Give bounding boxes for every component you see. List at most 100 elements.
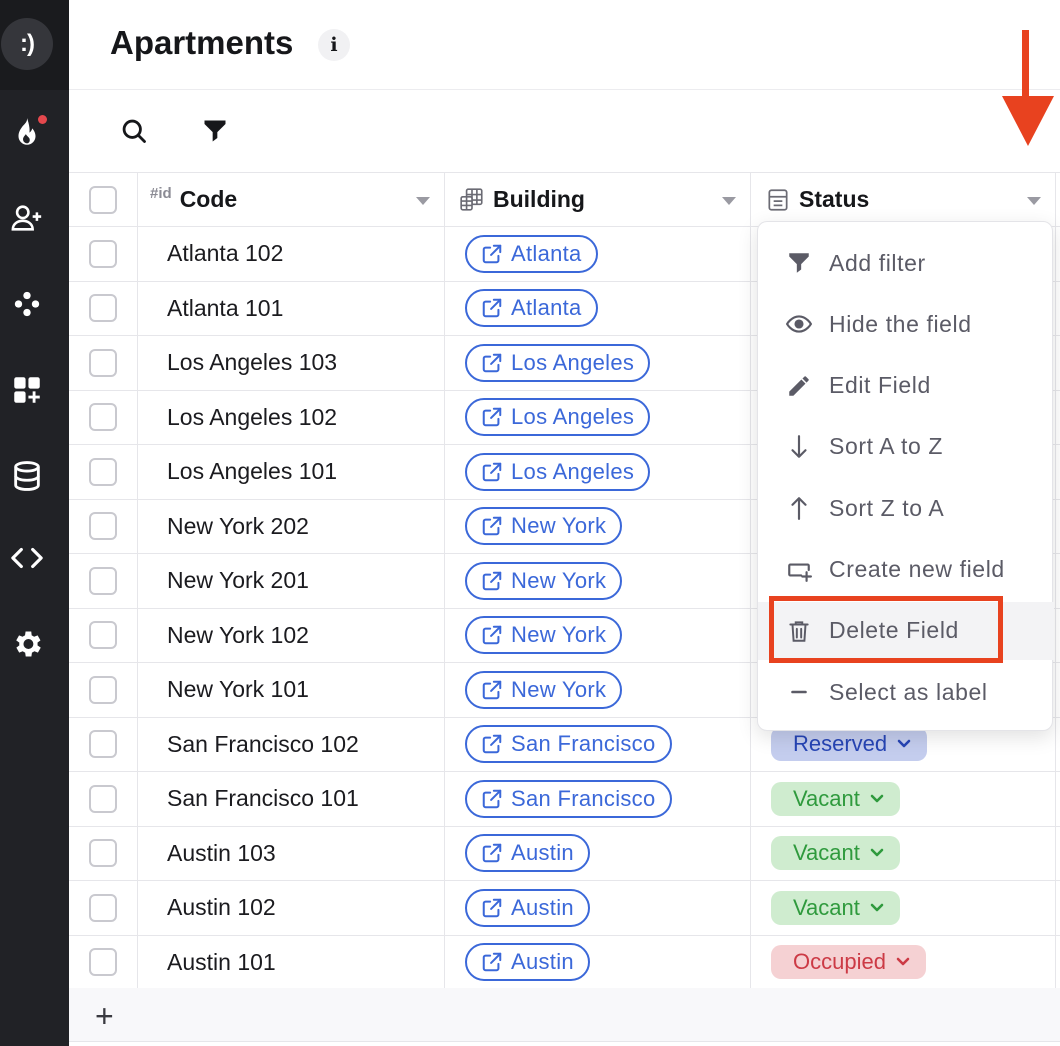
- code-cell[interactable]: San Francisco 102: [138, 717, 445, 771]
- code-cell[interactable]: New York 102: [138, 608, 445, 662]
- building-link[interactable]: Atlanta: [465, 289, 598, 328]
- building-link[interactable]: New York: [465, 561, 623, 600]
- column-header-code[interactable]: #id Code: [138, 173, 445, 226]
- menu-item-hide-the-field[interactable]: Hide the field: [758, 295, 1054, 353]
- building-cell[interactable]: New York: [445, 499, 751, 553]
- code-cell[interactable]: New York 202: [138, 499, 445, 553]
- status-cell[interactable]: Occupied: [751, 935, 1056, 989]
- building-cell[interactable]: New York: [445, 554, 751, 608]
- caret-down-icon[interactable]: [722, 197, 736, 205]
- row-checkbox[interactable]: [89, 348, 117, 377]
- status-badge[interactable]: Vacant: [771, 890, 900, 925]
- building-cell[interactable]: Austin: [445, 881, 751, 935]
- code-cell[interactable]: Austin 102: [138, 881, 445, 935]
- sidebar: :): [0, 0, 69, 1046]
- building-link[interactable]: Los Angeles: [465, 398, 651, 437]
- building-link[interactable]: Los Angeles: [465, 452, 651, 491]
- app-logo[interactable]: :): [1, 18, 53, 70]
- status-badge[interactable]: Reserved: [771, 727, 928, 762]
- search-button[interactable]: [112, 111, 156, 151]
- row-checkbox[interactable]: [89, 621, 117, 650]
- row-checkbox-cell: [69, 935, 138, 989]
- caret-down-icon[interactable]: [416, 197, 430, 205]
- code-cell[interactable]: San Francisco 101: [138, 772, 445, 826]
- menu-item-sort-z-to-a[interactable]: Sort Z to A: [758, 479, 1054, 537]
- building-cell[interactable]: Los Angeles: [445, 445, 751, 499]
- table-row[interactable]: San Francisco 101 San Francisco Vacant: [69, 772, 1060, 827]
- row-checkbox[interactable]: [89, 839, 117, 868]
- database-icon[interactable]: [7, 456, 47, 496]
- code-cell[interactable]: Atlanta 102: [138, 227, 445, 281]
- status-badge[interactable]: Vacant: [771, 836, 900, 871]
- code-cell[interactable]: New York 201: [138, 554, 445, 608]
- column-header-building[interactable]: Building: [445, 173, 751, 226]
- row-checkbox[interactable]: [89, 403, 117, 432]
- building-link[interactable]: Atlanta: [465, 234, 598, 273]
- building-cell[interactable]: San Francisco: [445, 717, 751, 771]
- row-checkbox[interactable]: [89, 512, 117, 541]
- building-link[interactable]: Austin: [465, 943, 590, 982]
- filter-button[interactable]: [193, 111, 237, 151]
- menu-item-create-new-field[interactable]: Create new field: [758, 541, 1054, 599]
- menu-item-select-as-label[interactable]: Select as label: [758, 663, 1054, 721]
- building-cell[interactable]: San Francisco: [445, 772, 751, 826]
- building-link[interactable]: San Francisco: [465, 779, 672, 818]
- status-cell[interactable]: Vacant: [751, 772, 1056, 826]
- menu-item-sort-a-to-z[interactable]: Sort A to Z: [758, 418, 1054, 476]
- row-checkbox[interactable]: [89, 893, 117, 922]
- header-checkbox-cell: [69, 173, 138, 226]
- code-cell[interactable]: Los Angeles 102: [138, 390, 445, 444]
- row-checkbox[interactable]: [89, 239, 117, 268]
- status-badge[interactable]: Vacant: [771, 781, 900, 816]
- table-row[interactable]: Austin 101 Austin Occupied: [69, 935, 1060, 990]
- row-checkbox[interactable]: [89, 675, 117, 704]
- building-cell[interactable]: Los Angeles: [445, 390, 751, 444]
- add-row-bar[interactable]: +: [69, 988, 1060, 1042]
- fire-icon[interactable]: [7, 112, 47, 152]
- add-user-icon[interactable]: [7, 198, 47, 238]
- building-cell[interactable]: Austin: [445, 826, 751, 880]
- code-cell[interactable]: Los Angeles 101: [138, 445, 445, 499]
- building-link[interactable]: New York: [465, 507, 623, 546]
- select-all-checkbox[interactable]: [89, 185, 117, 214]
- gear-icon[interactable]: [7, 624, 47, 664]
- building-cell[interactable]: New York: [445, 663, 751, 717]
- code-cell[interactable]: Los Angeles 103: [138, 336, 445, 390]
- plus-icon[interactable]: +: [95, 998, 114, 1035]
- code-cell[interactable]: New York 101: [138, 663, 445, 717]
- info-icon[interactable]: i: [318, 29, 350, 61]
- status-badge[interactable]: Occupied: [771, 945, 926, 980]
- building-link[interactable]: Los Angeles: [465, 343, 651, 382]
- column-header-status[interactable]: Status: [751, 173, 1056, 226]
- row-checkbox[interactable]: [89, 730, 117, 759]
- status-cell[interactable]: Vacant: [751, 881, 1056, 935]
- row-checkbox[interactable]: [89, 784, 117, 813]
- building-link[interactable]: Austin: [465, 834, 590, 873]
- menu-item-add-filter[interactable]: Add filter: [758, 234, 1054, 292]
- table-row[interactable]: Austin 103 Austin Vacant: [69, 826, 1060, 881]
- row-checkbox[interactable]: [89, 294, 117, 323]
- annotation-highlight-box: [769, 596, 1003, 663]
- graph-icon[interactable]: [7, 284, 47, 324]
- status-cell[interactable]: Vacant: [751, 826, 1056, 880]
- code-icon[interactable]: [7, 538, 47, 578]
- building-link[interactable]: New York: [465, 616, 623, 655]
- code-cell[interactable]: Austin 101: [138, 935, 445, 989]
- menu-item-edit-field[interactable]: Edit Field: [758, 357, 1054, 415]
- table-row[interactable]: Austin 102 Austin Vacant: [69, 881, 1060, 936]
- caret-down-icon[interactable]: [1027, 197, 1041, 205]
- building-cell[interactable]: Atlanta: [445, 227, 751, 281]
- building-link[interactable]: New York: [465, 670, 623, 709]
- building-cell[interactable]: Los Angeles: [445, 336, 751, 390]
- row-checkbox[interactable]: [89, 457, 117, 486]
- building-link[interactable]: Austin: [465, 888, 590, 927]
- row-checkbox[interactable]: [89, 566, 117, 595]
- row-checkbox[interactable]: [89, 948, 117, 977]
- code-cell[interactable]: Atlanta 101: [138, 281, 445, 335]
- building-link[interactable]: San Francisco: [465, 725, 672, 764]
- building-cell[interactable]: Atlanta: [445, 281, 751, 335]
- building-cell[interactable]: Austin: [445, 935, 751, 989]
- add-widget-icon[interactable]: [7, 370, 47, 410]
- building-cell[interactable]: New York: [445, 608, 751, 662]
- code-cell[interactable]: Austin 103: [138, 826, 445, 880]
